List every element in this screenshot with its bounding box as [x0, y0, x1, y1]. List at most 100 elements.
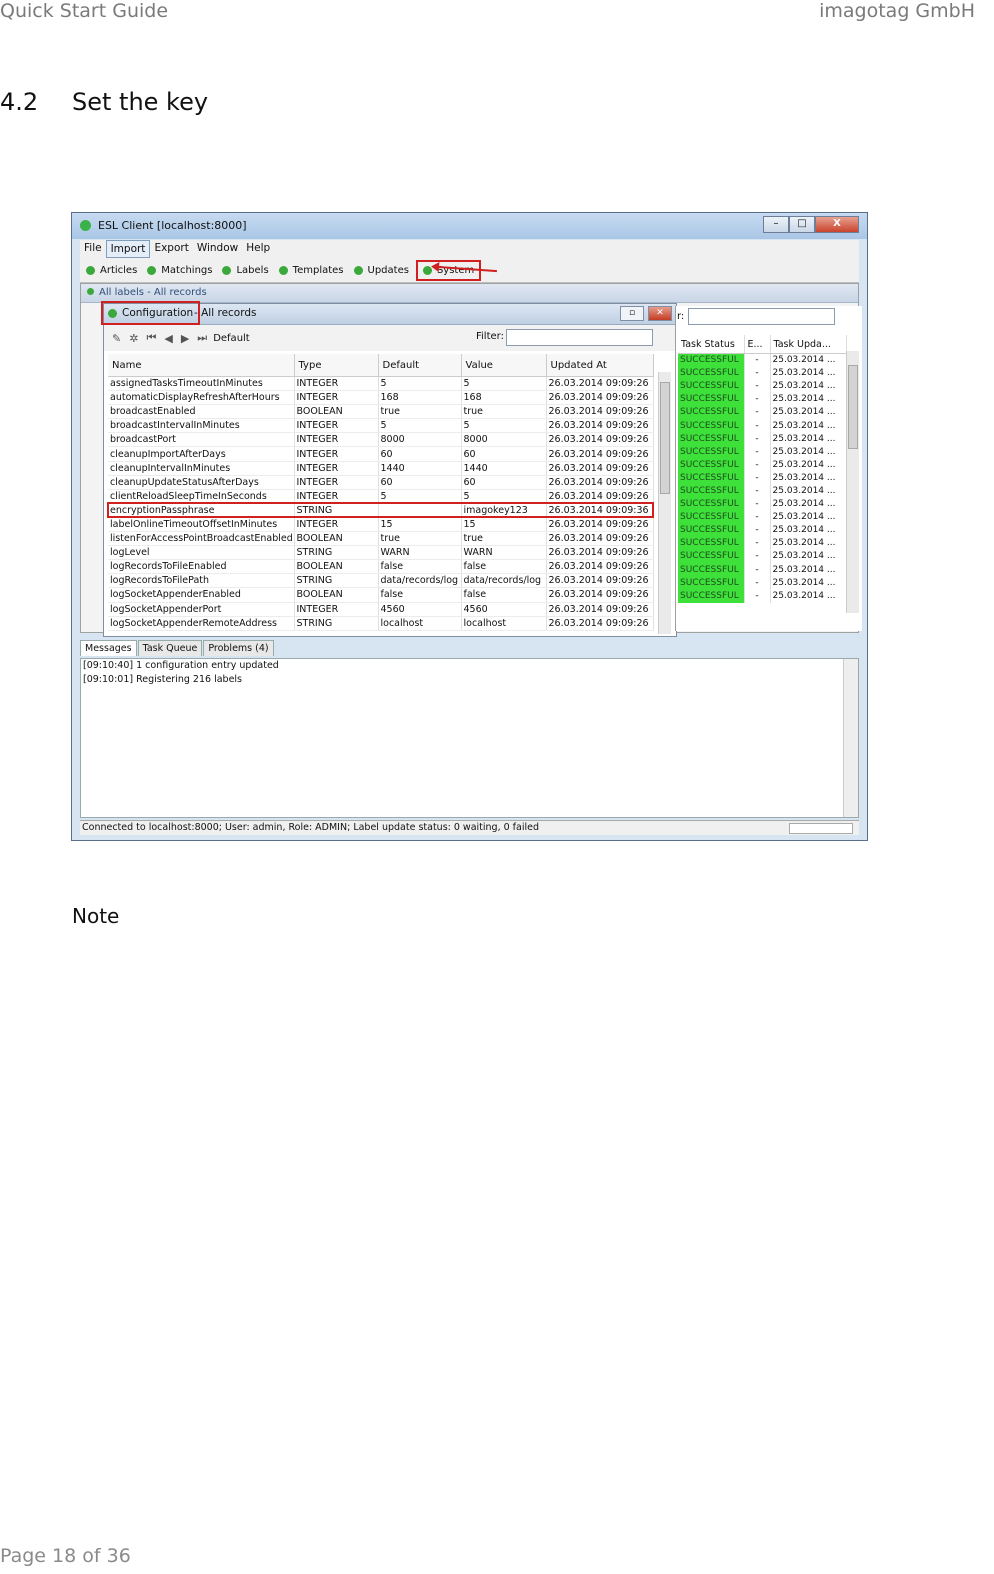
col-type[interactable]: Type [294, 354, 379, 377]
previous-icon[interactable]: ◀ [164, 332, 172, 345]
task-cell: SUCCESSFUL [678, 576, 745, 590]
table-row[interactable]: logSocketAppenderPort INTEGER 4560 4560 26.0… [108, 602, 654, 617]
section-number: 4.2 [0, 88, 39, 116]
col-value[interactable]: Value [461, 354, 547, 377]
table-row[interactable]: broadcastPort INTEGER 8000 8000 26.03.2014 0… [108, 432, 654, 448]
table-row[interactable]: logSocketAppenderRemoteAddress STRING loca… [108, 616, 654, 631]
table-cell: INTEGER [294, 461, 379, 476]
task-row[interactable]: SUCCESSFUL -25.03.2014 ... [678, 563, 847, 577]
right-filter-input[interactable] [688, 308, 835, 325]
close-button[interactable]: X [815, 216, 859, 233]
col-updated-at[interactable]: Updated At [546, 354, 654, 377]
toolbar-labels-label: Labels [236, 264, 269, 276]
table-cell: 26.03.2014 09:09:26 [546, 587, 654, 603]
col-default[interactable]: Default [378, 354, 462, 377]
task-row[interactable]: SUCCESSFUL -25.03.2014 ... [678, 380, 847, 394]
table-row[interactable]: logRecordsToFilePath STRING data/records/l… [108, 573, 654, 589]
first-page-icon[interactable]: ⏮ [146, 331, 156, 345]
table-row[interactable]: labelOnlineTimeoutOffsetInMinutes INTEGER… [108, 517, 654, 533]
task-row[interactable]: SUCCESSFUL -25.03.2014 ... [678, 406, 847, 420]
task-cell: SUCCESSFUL [678, 511, 745, 525]
table-cell: INTEGER [294, 390, 379, 406]
task-row[interactable]: SUCCESSFUL -25.03.2014 ... [678, 353, 847, 368]
next-icon[interactable]: ▶ [181, 332, 189, 345]
table-cell: 60 [378, 446, 462, 462]
col-task-update[interactable]: Task Upda... [770, 335, 847, 354]
task-row[interactable]: SUCCESSFUL -25.03.2014 ... [678, 445, 847, 459]
close-icon[interactable]: ✕ [648, 306, 672, 321]
table-row[interactable]: broadcastEnabled BOOLEAN true true 26.03.201… [108, 404, 654, 420]
edit-icon[interactable]: ✎ [112, 332, 121, 345]
task-row[interactable]: SUCCESSFUL -25.03.2014 ... [678, 393, 847, 407]
table-row[interactable]: broadcastIntervalInMinutes INTEGER 5 5 26.03… [108, 418, 654, 434]
table-row[interactable]: encryptionPassphrase STRING imagokey123 26.… [107, 502, 654, 519]
task-row[interactable]: SUCCESSFUL -25.03.2014 ... [678, 550, 847, 564]
scroll-thumb[interactable] [660, 382, 670, 494]
menu-help[interactable]: Help [242, 240, 274, 258]
task-row[interactable]: SUCCESSFUL -25.03.2014 ... [678, 576, 847, 590]
col-name[interactable]: Name [108, 354, 295, 377]
task-row[interactable]: SUCCESSFUL -25.03.2014 ... [678, 471, 847, 485]
table-row[interactable]: cleanupUpdateStatusAfterDays INTEGER 60 60 2… [108, 475, 654, 490]
toolbar-templates[interactable]: Templates [278, 265, 344, 276]
task-row[interactable]: SUCCESSFUL -25.03.2014 ... [678, 419, 847, 433]
status-dot-icon [222, 265, 232, 275]
toolbar-articles[interactable]: Articles [86, 265, 137, 276]
tab-task-queue[interactable]: Task Queue [137, 640, 203, 656]
toolbar-updates[interactable]: Updates [353, 264, 409, 276]
toolbar-matchings[interactable]: Matchings [147, 265, 212, 276]
configuration-window: Configuration - All records ▫ ✕ ✎ ✲ ⏮ ◀ … [100, 301, 677, 637]
menu-export[interactable]: Export [150, 240, 192, 258]
tab-messages[interactable]: Messages [80, 640, 137, 656]
toolbar-updates-label: Updates [367, 264, 409, 276]
task-row[interactable]: SUCCESSFUL -25.03.2014 ... [678, 484, 847, 499]
task-row[interactable]: SUCCESSFUL -25.03.2014 ... [678, 458, 847, 472]
config-scrollbar[interactable] [658, 372, 671, 634]
table-row[interactable]: clientReloadSleepTimeInSeconds INTEGER 5 5 2… [108, 489, 654, 504]
col-e[interactable]: E... [744, 335, 771, 354]
table-row[interactable]: logRecordsToFileEnabled BOOLEAN false false… [108, 559, 654, 575]
task-row[interactable]: SUCCESSFUL -25.03.2014 ... [678, 589, 847, 603]
table-row[interactable]: automaticDisplayRefreshAfterHours INTEGER… [108, 390, 654, 406]
table-cell: 26.03.2014 09:09:26 [546, 418, 654, 434]
menu-file[interactable]: File [80, 240, 106, 258]
table-row[interactable]: logLevel STRING WARN WARN 26.03.2014 09:09:2… [108, 545, 654, 561]
task-cell: 25.03.2014 ... [770, 432, 847, 446]
task-cell: - [744, 445, 771, 459]
table-cell: true [378, 531, 462, 547]
minimize-button[interactable]: – [763, 216, 789, 233]
task-cell: SUCCESSFUL [678, 393, 745, 407]
maximize-button[interactable]: □ [789, 216, 815, 233]
table-row[interactable]: cleanupImportAfterDays INTEGER 60 60 26.03.2… [108, 446, 654, 462]
table-cell: logSocketAppenderEnabled [108, 587, 295, 603]
message-line: [09:10:40] 1 configuration entry updated [83, 660, 279, 671]
task-scrollbar[interactable] [846, 351, 859, 613]
task-row[interactable]: SUCCESSFUL -25.03.2014 ... [678, 432, 847, 446]
table-cell: INTEGER [294, 489, 379, 504]
task-cell: SUCCESSFUL [678, 563, 745, 577]
toolbar-labels[interactable]: Labels [222, 264, 269, 276]
last-page-icon[interactable]: ⏭ [197, 331, 207, 345]
col-task-status[interactable]: Task Status [678, 335, 745, 354]
messages-scrollbar[interactable] [843, 659, 858, 817]
restore-icon[interactable]: ▫ [620, 306, 644, 321]
menu-window[interactable]: Window [193, 240, 242, 258]
table-cell: INTEGER [294, 418, 379, 434]
settings-icon[interactable]: ✲ [129, 332, 138, 345]
table-row[interactable]: assignedTasksTimeoutInMinutes INTEGER 5 5 26… [108, 376, 654, 392]
menu-import[interactable]: Import [105, 240, 151, 258]
default-label: Default [213, 332, 250, 344]
scroll-thumb[interactable] [848, 365, 858, 449]
filter-input[interactable] [506, 329, 653, 346]
task-row[interactable]: SUCCESSFUL -25.03.2014 ... [678, 367, 847, 381]
tab-problems[interactable]: Problems (4) [203, 640, 274, 656]
task-row[interactable]: SUCCESSFUL -25.03.2014 ... [678, 498, 847, 512]
task-row[interactable]: SUCCESSFUL -25.03.2014 ... [678, 511, 847, 525]
table-row[interactable]: logSocketAppenderEnabled BOOLEAN false fals… [108, 587, 654, 603]
table-row[interactable]: cleanupIntervalInMinutes INTEGER 1440 1440 2… [108, 461, 654, 476]
table-cell: INTEGER [294, 517, 379, 533]
table-row[interactable]: listenForAccessPointBroadcastEnabled BOOL… [108, 531, 654, 547]
main-toolbar: Articles Matchings Labels Templates Upda… [80, 258, 859, 283]
task-row[interactable]: SUCCESSFUL -25.03.2014 ... [678, 537, 847, 551]
task-row[interactable]: SUCCESSFUL -25.03.2014 ... [678, 524, 847, 538]
